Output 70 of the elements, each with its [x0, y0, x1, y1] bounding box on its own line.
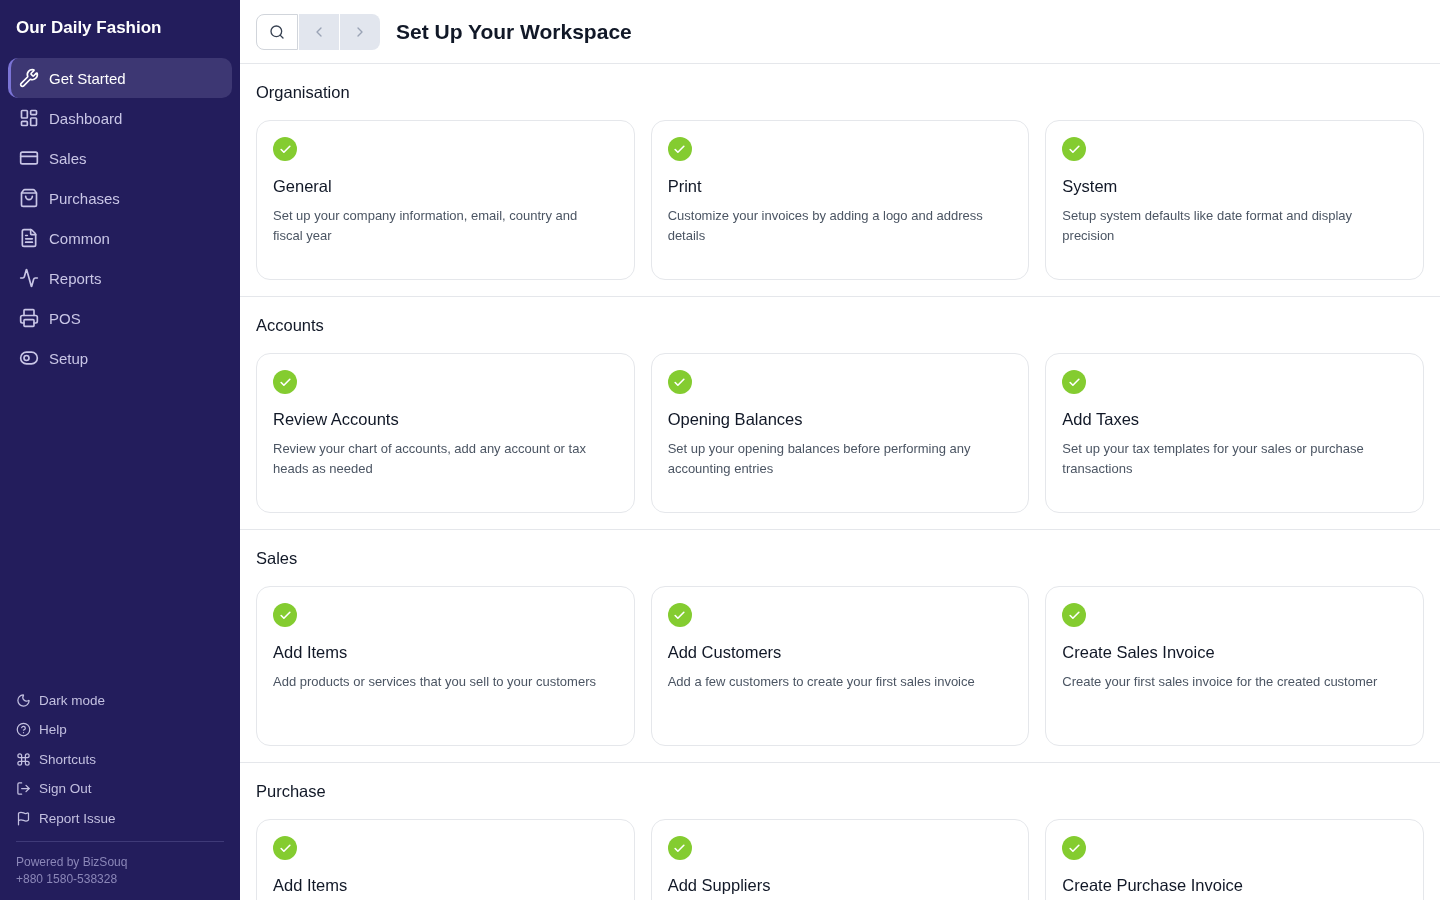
setup-card[interactable]: Add Customers Add a few customers to create your first sales invoice — [650, 586, 1030, 746]
card-title: General — [273, 177, 333, 196]
sign-out-icon — [16, 781, 31, 797]
card-title: Add Items — [273, 876, 349, 895]
toggle-icon — [19, 348, 39, 368]
setup-card[interactable]: Print Customize your invoices by adding a logo and address details — [650, 120, 1030, 280]
card-description: Set up your opening balances before performing any accounting entries — [667, 440, 972, 478]
sidebar-item[interactable]: Reports — [8, 258, 232, 298]
setup-card[interactable]: Create Purchase Invoice — [1045, 819, 1424, 900]
wrench-icon — [19, 68, 39, 88]
sidebar-item[interactable]: POS — [8, 298, 232, 338]
card-title: Create Purchase Invoice — [1062, 876, 1244, 895]
section-title: Accounts — [256, 315, 325, 336]
section-title: Sales — [256, 548, 299, 569]
chart-icon — [19, 268, 39, 288]
setup-card[interactable]: Add Items Add products or services that you sell to your customers — [256, 586, 635, 746]
sidebar-link[interactable]: Dark mode — [8, 685, 232, 715]
printer-icon — [19, 308, 39, 328]
card-title: Opening Balances — [667, 410, 804, 429]
search-button[interactable] — [256, 13, 298, 50]
card-description: Add a few customers to create your first sales invoice — [667, 673, 976, 691]
card-title: System — [1062, 177, 1119, 196]
setup-card[interactable]: General Set up your company information, email, country and fiscal year — [256, 120, 635, 280]
help-icon — [16, 722, 31, 738]
app-title: Our Daily Fashion — [15, 17, 163, 39]
phone-text: +880 1580-538328 — [15, 871, 119, 888]
card-description: Add products or services that you sell to your customers — [273, 673, 597, 691]
section-title: Purchase — [256, 781, 327, 802]
sidebar-item[interactable]: Dashboard — [8, 98, 232, 138]
setup-card[interactable]: Create Sales Invoice Create your first sales invoice for the created customer — [1045, 586, 1424, 746]
powered-by-text: Powered by BizSouq — [15, 854, 129, 871]
card-title: Add Suppliers — [667, 876, 772, 895]
section-title: Organisation — [256, 82, 351, 103]
sidebar-item[interactable]: Common — [8, 218, 232, 258]
moon-icon — [16, 692, 31, 708]
sidebar-item[interactable]: Get Started — [8, 58, 232, 98]
card-description: Review your chart of accounts, add any account or tax heads as needed — [273, 440, 587, 478]
sidebar-link[interactable]: Help — [8, 715, 232, 745]
flag-icon — [16, 810, 31, 826]
card-title: Create Sales Invoice — [1062, 643, 1216, 662]
setup-card[interactable]: Add Suppliers — [650, 819, 1030, 900]
card-description: Set up your company information, email, country and fiscal year — [273, 207, 579, 245]
card-description: Customize your invoices by adding a logo and address details — [667, 207, 984, 245]
card-title: Add Taxes — [1062, 410, 1141, 429]
sidebar-link[interactable]: Sign Out — [8, 774, 232, 804]
setup-card[interactable]: Add Taxes Set up your tax templates for your sales or purchase transactions — [1045, 353, 1424, 513]
forward-button[interactable] — [340, 13, 380, 50]
card-description: Setup system defaults like date format and display precision — [1062, 207, 1354, 245]
setup-card[interactable]: System Setup system defaults like date format and display precision — [1045, 120, 1424, 280]
sidebar-item[interactable]: Setup — [8, 338, 232, 378]
sidebar-item[interactable]: Purchases — [8, 178, 232, 218]
page-title: Set Up Your Workspace — [396, 19, 632, 44]
search-icon — [269, 23, 285, 40]
document-icon — [19, 228, 39, 248]
setup-card[interactable]: Review Accounts Review your chart of accounts, add any account or tax heads as needed — [256, 353, 635, 513]
card-title: Add Items — [273, 643, 349, 662]
bag-icon — [19, 188, 39, 208]
setup-card[interactable]: Add Items — [256, 819, 635, 900]
sidebar-link[interactable]: Shortcuts — [8, 744, 232, 774]
sidebar-item[interactable]: Sales — [8, 138, 232, 178]
setup-card[interactable]: Opening Balances Set up your opening balances before performing any accounting entries — [650, 353, 1030, 513]
card-icon — [19, 148, 39, 168]
sidebar-link[interactable]: Report Issue — [8, 803, 232, 833]
card-title: Add Customers — [667, 643, 783, 662]
command-icon — [16, 751, 31, 767]
card-title: Review Accounts — [273, 410, 400, 429]
card-title: Print — [667, 177, 703, 196]
card-description: Create your first sales invoice for the created customer — [1062, 673, 1379, 691]
card-description: Set up your tax templates for your sales or purchase transactions — [1062, 440, 1365, 478]
dashboard-icon — [19, 108, 39, 128]
